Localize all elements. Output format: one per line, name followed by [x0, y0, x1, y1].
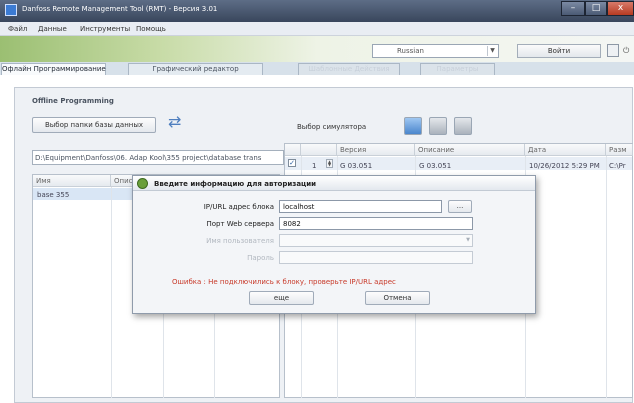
chevron-down-icon: ▼	[487, 46, 497, 56]
emulator-label: Выбор симулятора	[297, 123, 367, 131]
menu-tools[interactable]: Инструменты	[80, 25, 130, 33]
menu-help[interactable]: Помощь	[136, 25, 166, 33]
app-icon	[5, 4, 17, 16]
column-divider	[606, 156, 607, 398]
column-header-date[interactable]: Дата	[525, 144, 606, 156]
username-field: ▼	[279, 234, 473, 247]
browse-button[interactable]: ...	[448, 200, 472, 213]
users-icon	[137, 178, 148, 189]
ip-address-label: IP/URL адрес блока	[203, 203, 274, 211]
tab-graphic-editor[interactable]: Графический редактор	[128, 63, 263, 75]
column-divider	[111, 187, 112, 398]
dialog-title-bar: Введите информацию для авторизации	[133, 176, 535, 191]
column-header-size[interactable]: Разм	[606, 144, 633, 156]
password-field	[279, 251, 473, 264]
row-number-spinner[interactable]: ▲ ▼	[326, 159, 333, 168]
menu-file[interactable]: Файл	[8, 25, 27, 33]
ip-address-field[interactable]: localhost	[279, 200, 442, 213]
language-select[interactable]: Russian ▼	[372, 44, 499, 58]
emulator-icon-3[interactable]	[454, 117, 472, 135]
dialog-title: Введите информацию для авторизации	[154, 180, 317, 188]
tab-parameters: Параметры	[420, 63, 495, 75]
column-header-check[interactable]	[285, 144, 301, 156]
maximize-button[interactable]: □	[585, 1, 607, 16]
password-label: Пароль	[247, 254, 274, 262]
menu-data[interactable]: Данные	[38, 25, 67, 33]
port-field[interactable]: 8082	[279, 217, 473, 230]
emulator-icon-2[interactable]	[429, 117, 447, 135]
section-title: Offline Programming	[32, 97, 114, 105]
rmt-app-window: Danfoss Remote Management Tool (RMT) - В…	[0, 0, 634, 403]
select-database-folder-button[interactable]: Выбор папки базы данных	[32, 117, 156, 133]
refresh-icon[interactable]: ⇄	[168, 114, 181, 130]
retry-button[interactable]: еще	[249, 291, 314, 305]
error-message: Ошибка : Не подключились к блоку, провер…	[172, 278, 396, 286]
row-date: 10/26/2012 5:29 PM	[529, 162, 600, 170]
minimize-button[interactable]: –	[561, 1, 585, 16]
power-icon[interactable]: ⏻	[623, 46, 629, 56]
cancel-button[interactable]: Отмена	[365, 291, 430, 305]
tab-template-actions: Шаблонные Действия	[298, 63, 400, 75]
window-icon[interactable]	[607, 44, 619, 57]
column-header-number[interactable]	[301, 144, 337, 156]
menu-bar: Файл Данные Инструменты Помощь	[0, 22, 634, 36]
title-bar: Danfoss Remote Management Tool (RMT) - В…	[0, 0, 634, 22]
column-header-version[interactable]: Версия	[337, 144, 415, 156]
table-cell-name: base 355	[37, 191, 70, 199]
chevron-down-icon: ▼	[466, 237, 470, 243]
row-checkbox[interactable]: ✓	[288, 159, 296, 167]
emulator-icon-active[interactable]	[404, 117, 422, 135]
column-header-description[interactable]: Описание	[415, 144, 525, 156]
tab-offline-programming[interactable]: Офлайн Программирование	[1, 63, 106, 75]
port-label: Порт Web сервера	[206, 220, 274, 228]
row-path: C:\Pr	[609, 162, 626, 170]
database-path-field[interactable]: D:\Equipment\Danfoss\06. Adap Kool\355 p…	[32, 150, 284, 165]
language-value: Russian	[397, 47, 424, 55]
row-description: G 03.051	[419, 162, 452, 170]
login-button[interactable]: Войти	[517, 44, 601, 58]
row-number: 1	[312, 162, 317, 170]
row-version: G 03.051	[340, 162, 373, 170]
username-label: Имя пользователя	[206, 237, 274, 245]
window-title: Danfoss Remote Management Tool (RMT) - В…	[22, 5, 218, 13]
close-button[interactable]: x	[607, 1, 634, 16]
column-header-name[interactable]: Имя	[33, 175, 111, 187]
